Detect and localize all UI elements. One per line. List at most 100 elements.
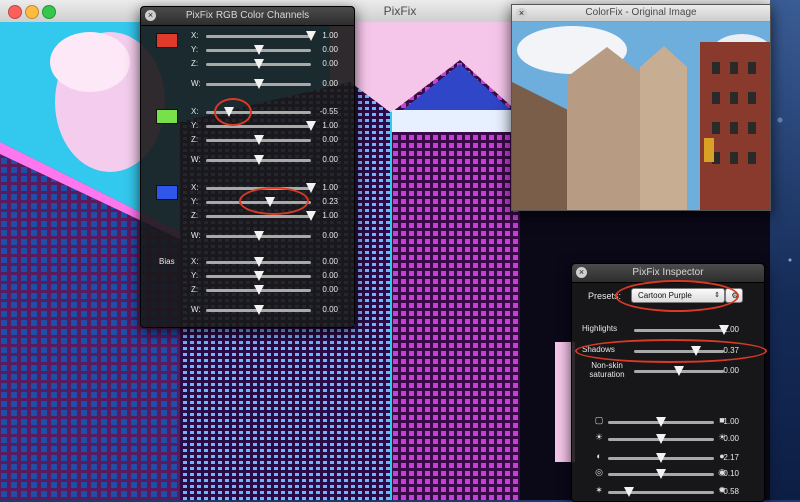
inspector-row-label: Non-skin saturation bbox=[589, 361, 625, 379]
slider-blue-z-value: 1.00 bbox=[322, 211, 338, 220]
close-icon[interactable]: × bbox=[516, 8, 527, 19]
channel-label: X: bbox=[191, 107, 199, 116]
channel-label: X: bbox=[191, 183, 199, 192]
inspector-panel: × PixFix Inspector Presets: Cartoon Purp… bbox=[571, 263, 767, 502]
rgb-channels-title: PixFix RGB Color Channels bbox=[185, 10, 310, 21]
slider-blue-y-value: 0.23 bbox=[322, 197, 338, 206]
slider-green-z-value: 0.00 bbox=[322, 135, 338, 144]
highlight-ring bbox=[239, 187, 309, 215]
channel-label: Y: bbox=[191, 197, 199, 206]
swatch-green[interactable] bbox=[156, 109, 178, 124]
slider-bias-w-thumb[interactable] bbox=[253, 305, 264, 315]
slider-green-z-thumb[interactable] bbox=[253, 135, 264, 145]
slider-bias-z[interactable] bbox=[206, 285, 311, 295]
highlight-ring bbox=[615, 280, 739, 312]
slider-green-w-thumb[interactable] bbox=[253, 155, 264, 165]
channel-label: Y: bbox=[191, 121, 199, 130]
channel-label: X: bbox=[191, 257, 199, 266]
saturation-high-icon: ◉ bbox=[718, 467, 726, 477]
close-icon[interactable]: × bbox=[576, 267, 587, 278]
slider-adjust-4[interactable] bbox=[608, 487, 714, 497]
slider-inspector-2-thumb[interactable] bbox=[674, 366, 684, 376]
slider-red-y[interactable] bbox=[206, 45, 311, 55]
slider-blue-w[interactable] bbox=[206, 231, 311, 241]
desktop-background bbox=[770, 0, 800, 500]
slider-bias-y[interactable] bbox=[206, 271, 311, 281]
slider-adjust-0-thumb[interactable] bbox=[656, 417, 666, 427]
slider-green-y-value: 1.00 bbox=[322, 121, 338, 130]
original-window-titlebar: × ColorFix - Original Image bbox=[512, 5, 770, 22]
slider-blue-x-value: 1.00 bbox=[322, 183, 338, 192]
channel-label: W: bbox=[191, 155, 201, 164]
contrast-icon: ◐ bbox=[596, 451, 602, 461]
slider-green-w-value: 0.00 bbox=[322, 155, 338, 164]
channel-label: Y: bbox=[191, 271, 199, 280]
slider-bias-w-value: 0.00 bbox=[322, 305, 338, 314]
swatch-blue[interactable] bbox=[156, 185, 178, 200]
slider-adjust-3[interactable] bbox=[608, 469, 714, 479]
slider-adjust-4-thumb[interactable] bbox=[624, 487, 635, 497]
slider-blue-w-thumb[interactable] bbox=[253, 231, 264, 241]
brightness-icon: ▢ bbox=[594, 415, 604, 425]
slider-red-w-value: 0.00 bbox=[322, 79, 338, 88]
highlight-ring bbox=[214, 98, 252, 126]
slider-blue-z[interactable] bbox=[206, 211, 316, 221]
swatch-red[interactable] bbox=[156, 33, 178, 48]
channel-label: Z: bbox=[191, 211, 199, 220]
main-window: PixFix × ColorFix - Original Image × Pix… bbox=[0, 0, 800, 502]
inspector-row-label: Highlights bbox=[582, 324, 618, 333]
original-image-window: × ColorFix - Original Image bbox=[511, 4, 771, 211]
slider-red-w-thumb[interactable] bbox=[253, 79, 264, 89]
slider-bias-x-value: 0.00 bbox=[322, 257, 338, 266]
slider-red-z-thumb[interactable] bbox=[253, 59, 264, 69]
channel-label: W: bbox=[191, 231, 201, 240]
slider-adjust-1-thumb[interactable] bbox=[656, 434, 666, 444]
original-city-photo bbox=[512, 22, 770, 210]
channel-label: Z: bbox=[191, 59, 199, 68]
exposure-high-icon: ✹ bbox=[718, 485, 726, 495]
slider-inspector-2-value: 0.00 bbox=[723, 366, 739, 375]
color-icon: ■ bbox=[719, 415, 725, 425]
slider-adjust-3-thumb[interactable] bbox=[656, 469, 666, 479]
slider-bias-x-thumb[interactable] bbox=[253, 257, 264, 267]
channel-label: X: bbox=[191, 31, 199, 40]
slider-bias-y-value: 0.00 bbox=[322, 271, 338, 280]
contrast-high-icon: ● bbox=[719, 451, 725, 461]
rgb-channels-titlebar: × PixFix RGB Color Channels bbox=[141, 7, 354, 26]
exposure-icon: ✶ bbox=[595, 485, 603, 495]
slider-adjust-0[interactable] bbox=[608, 417, 714, 427]
original-window-title: ColorFix - Original Image bbox=[585, 7, 697, 18]
close-icon[interactable]: × bbox=[145, 10, 156, 21]
sun-small-icon: ☀ bbox=[594, 432, 604, 442]
saturation-icon: ◎ bbox=[595, 467, 603, 477]
channel-label: Y: bbox=[191, 45, 199, 54]
slider-green-y[interactable] bbox=[206, 121, 316, 131]
channel-label: W: bbox=[191, 79, 201, 88]
slider-green-z[interactable] bbox=[206, 135, 311, 145]
slider-bias-y-thumb[interactable] bbox=[253, 271, 264, 281]
slider-red-x[interactable] bbox=[206, 31, 316, 41]
slider-adjust-1[interactable] bbox=[608, 434, 714, 444]
channel-label: Z: bbox=[191, 285, 199, 294]
channel-label: Z: bbox=[191, 135, 199, 144]
highlight-ring bbox=[575, 339, 767, 363]
slider-red-w[interactable] bbox=[206, 79, 311, 89]
slider-bias-z-thumb[interactable] bbox=[253, 285, 264, 295]
slider-red-z-value: 0.00 bbox=[322, 59, 338, 68]
bias-label: Bias bbox=[159, 257, 175, 266]
slider-red-z[interactable] bbox=[206, 59, 311, 69]
slider-inspector-0-value: 1.00 bbox=[723, 325, 739, 334]
slider-bias-x[interactable] bbox=[206, 257, 311, 267]
slider-red-y-thumb[interactable] bbox=[253, 45, 264, 55]
slider-bias-w[interactable] bbox=[206, 305, 311, 315]
slider-adjust-2[interactable] bbox=[608, 453, 714, 463]
rgb-channels-panel: × PixFix RGB Color Channels X: 1.00 Y: 0.00… bbox=[140, 6, 355, 328]
slider-red-y-value: 0.00 bbox=[322, 45, 338, 54]
channel-label: W: bbox=[191, 305, 201, 314]
inspector-title: PixFix Inspector bbox=[632, 267, 704, 278]
sun-large-icon: ☀ bbox=[717, 432, 727, 442]
slider-green-w[interactable] bbox=[206, 155, 311, 165]
slider-bias-z-value: 0.00 bbox=[322, 285, 338, 294]
slider-adjust-2-thumb[interactable] bbox=[656, 453, 666, 463]
slider-red-x-value: 1.00 bbox=[322, 31, 338, 40]
